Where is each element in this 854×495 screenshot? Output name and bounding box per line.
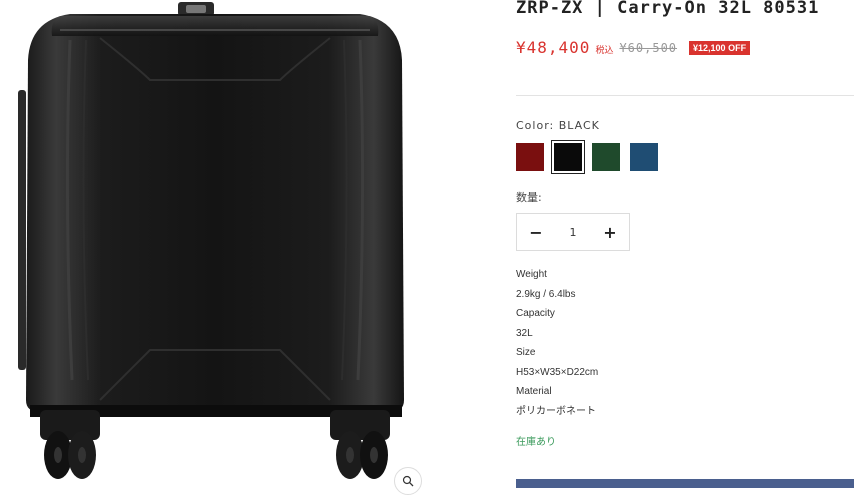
spec-line: Capacity [516, 308, 555, 319]
product-image[interactable] [0, 0, 430, 488]
spec-line: 2.9kg / 6.4lbs [516, 288, 576, 300]
sale-price: ¥48,400 [516, 38, 591, 57]
original-price: ¥60,500 [619, 40, 678, 55]
product-gallery [0, 0, 430, 495]
product-info: ZRP-ZX | Carry-On 32L 80531 ¥48,400 税込 ¥… [516, 0, 854, 488]
color-label: Color: BLACK [516, 119, 600, 132]
discount-badge: ¥12,100 OFF [689, 40, 751, 55]
color-swatches [516, 140, 658, 174]
decrease-button[interactable]: − [517, 213, 555, 251]
swatch-black[interactable] [551, 140, 585, 174]
quantity-stepper: − 1 + [516, 213, 630, 251]
increase-button[interactable]: + [591, 213, 629, 251]
spec-line: H53×W35×D22cm [516, 366, 599, 378]
divider [516, 95, 854, 96]
swatch-green[interactable] [592, 143, 620, 171]
spec-line: Size [516, 347, 536, 358]
zoom-icon [402, 475, 414, 487]
spec-line: ポリカーボネート [516, 405, 596, 417]
spec-list: Weight 2.9kg / 6.4lbs Capacity 32L Size … [516, 265, 598, 421]
swatch-blue[interactable] [630, 143, 658, 171]
add-to-cart-button[interactable] [516, 479, 854, 488]
product-title: ZRP-ZX | Carry-On 32L 80531 [516, 0, 820, 18]
quantity-label: 数量: [516, 191, 542, 204]
quantity-value[interactable]: 1 [555, 226, 591, 239]
stock-status: 在庫あり [516, 437, 556, 448]
swatch-red[interactable] [516, 143, 544, 171]
spec-line: 32L [516, 327, 533, 339]
tax-label: 税込 [595, 46, 614, 56]
price-row: ¥48,400 税込 ¥60,500 ¥12,100 OFF [516, 38, 751, 57]
zoom-button[interactable] [394, 467, 422, 495]
spec-line: Weight [516, 269, 547, 280]
spec-line: Material [516, 386, 552, 397]
